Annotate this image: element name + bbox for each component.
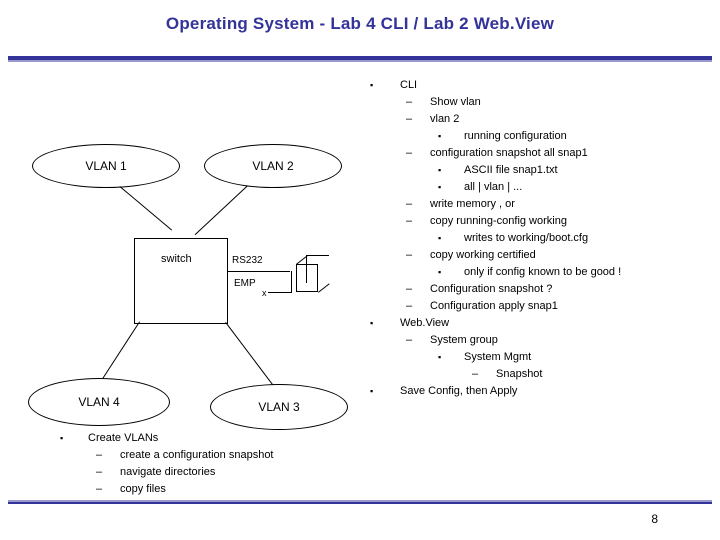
page-number: 8: [651, 512, 658, 526]
terminal-edge-link: [307, 255, 329, 256]
bullet-text: Create VLANs: [88, 432, 159, 444]
connector-vlan2-switch: [194, 185, 248, 236]
bullet-text: Configuration snapshot ?: [430, 283, 553, 295]
bullet-marker: ▪: [438, 233, 442, 243]
diagram-misc-label: x: [262, 288, 267, 298]
bullet-row: ▪ System Mgmt: [362, 352, 714, 369]
slide: Operating System - Lab 4 CLI / Lab 2 Web…: [0, 0, 720, 540]
bullet-row: – vlan 2: [362, 114, 714, 131]
connector-emp-vertical: [291, 271, 292, 293]
bullet-text: navigate directories: [120, 466, 216, 478]
bullet-marker: ▪: [438, 352, 442, 362]
bullet-row: – Snapshot: [362, 369, 714, 386]
bullet-marker: ▪: [438, 267, 442, 277]
bullet-row: – Configuration apply snap1: [362, 301, 714, 318]
terminal-icon: [296, 264, 318, 292]
bullet-marker: ▪: [438, 182, 442, 192]
bullet-row: ▪ writes to working/boot.cfg: [362, 233, 714, 250]
bullet-text: all | vlan | ...: [464, 181, 523, 193]
bullet-text: writes to working/boot.cfg: [464, 232, 589, 244]
bullet-row: – copy files: [44, 483, 374, 500]
bullet-marker: ▪: [370, 318, 374, 328]
connector-vlan1-switch: [119, 186, 173, 231]
bullet-row: ▪ ASCII file snap1.txt: [362, 165, 714, 182]
bullet-marker: ▪: [438, 165, 442, 175]
bullet-row: – Configuration snapshot ?: [362, 284, 714, 301]
bullet-text: System group: [430, 334, 498, 346]
bullet-row: ▪ running configuration: [362, 131, 714, 148]
bullet-row: ▪ CLI: [362, 80, 714, 97]
bullet-text: ASCII file snap1.txt: [464, 164, 558, 176]
port-emp-label: EMP: [234, 278, 256, 289]
bullet-row: – configuration snapshot all snap1: [362, 148, 714, 165]
network-diagram: VLAN 1 VLAN 2 VLAN 4 VLAN 3 switch RS232…: [0, 0, 400, 470]
bullet-row: – copy working certified: [362, 250, 714, 267]
bullet-row: ▪ Web.View: [362, 318, 714, 335]
bullet-marker: ▪: [438, 131, 442, 141]
bullet-row: ▪ Save Config, then Apply: [362, 386, 714, 403]
lab-task-bullet-list: ▪ Create VLANs – create a configuration …: [44, 432, 374, 500]
bullet-text: running configuration: [464, 130, 567, 142]
node-vlan-1: VLAN 1: [32, 144, 180, 188]
terminal-edge-bottom: [318, 283, 330, 293]
bullet-row: ▪ Create VLANs: [44, 432, 374, 449]
bullet-text: copy running-config working: [430, 215, 567, 227]
bullet-row: – System group: [362, 335, 714, 352]
bullet-marker: –: [406, 283, 413, 295]
bullet-text: copy working certified: [430, 249, 536, 261]
node-vlan-3-label: VLAN 3: [258, 400, 300, 414]
node-switch-label: switch: [161, 253, 192, 265]
bullet-text: Show vlan: [430, 96, 481, 108]
port-rs232-label: RS232: [232, 255, 263, 266]
bullet-marker: –: [406, 96, 413, 108]
node-vlan-2: VLAN 2: [204, 144, 342, 188]
bullet-row: – create a configuration snapshot: [44, 449, 374, 466]
bullet-marker: –: [472, 368, 479, 380]
bullet-marker: –: [406, 300, 413, 312]
bullet-row: – write memory , or: [362, 199, 714, 216]
bullet-row: ▪ only if config known to be good !: [362, 267, 714, 284]
node-vlan-1-label: VLAN 1: [85, 159, 127, 173]
connector-emp-terminal: [268, 292, 292, 293]
bullet-row: – Show vlan: [362, 97, 714, 114]
connector-switch-vlan4: [102, 321, 140, 380]
bullet-text: Configuration apply snap1: [430, 300, 558, 312]
bullet-text: write memory , or: [430, 198, 515, 210]
bullet-text: Save Config, then Apply: [400, 385, 518, 397]
bullet-marker: –: [406, 113, 413, 125]
connector-rs232-terminal: [228, 271, 290, 272]
bullet-text: configuration snapshot all snap1: [430, 147, 588, 159]
bullet-marker: ▪: [370, 80, 374, 90]
bullet-marker: ▪: [60, 433, 64, 443]
bullet-text: create a configuration snapshot: [120, 449, 274, 461]
bullet-marker: –: [406, 215, 413, 227]
bullet-marker: –: [96, 466, 103, 478]
bullet-marker: ▪: [370, 386, 374, 396]
connector-switch-vlan3: [225, 322, 273, 385]
bullet-row: ▪ all | vlan | ...: [362, 182, 714, 199]
bullet-marker: –: [406, 249, 413, 261]
bullet-row: – copy running-config working: [362, 216, 714, 233]
node-vlan-4-label: VLAN 4: [78, 395, 120, 409]
bullet-text: System Mgmt: [464, 351, 532, 363]
footer-divider-secondary: [8, 502, 712, 504]
bullet-row: – navigate directories: [44, 466, 374, 483]
terminal-edge-right: [306, 255, 307, 283]
node-switch: [134, 238, 228, 324]
bullet-marker: –: [96, 449, 103, 461]
bullet-marker: –: [406, 147, 413, 159]
node-vlan-4: VLAN 4: [28, 378, 170, 426]
bullet-text: only if config known to be good !: [464, 266, 622, 278]
cli-bullet-list: ▪ CLI – Show vlan – vlan 2 ▪ running con…: [362, 80, 714, 403]
bullet-marker: –: [406, 198, 413, 210]
bullet-text: Snapshot: [496, 368, 543, 380]
node-vlan-3: VLAN 3: [210, 384, 348, 430]
bullet-text: CLI: [400, 79, 418, 91]
bullet-text: vlan 2: [430, 113, 460, 125]
node-vlan-2-label: VLAN 2: [252, 159, 294, 173]
bullet-text: copy files: [120, 483, 166, 495]
bullet-marker: –: [96, 483, 103, 495]
bullet-marker: –: [406, 334, 413, 346]
bullet-text: Web.View: [400, 317, 450, 329]
